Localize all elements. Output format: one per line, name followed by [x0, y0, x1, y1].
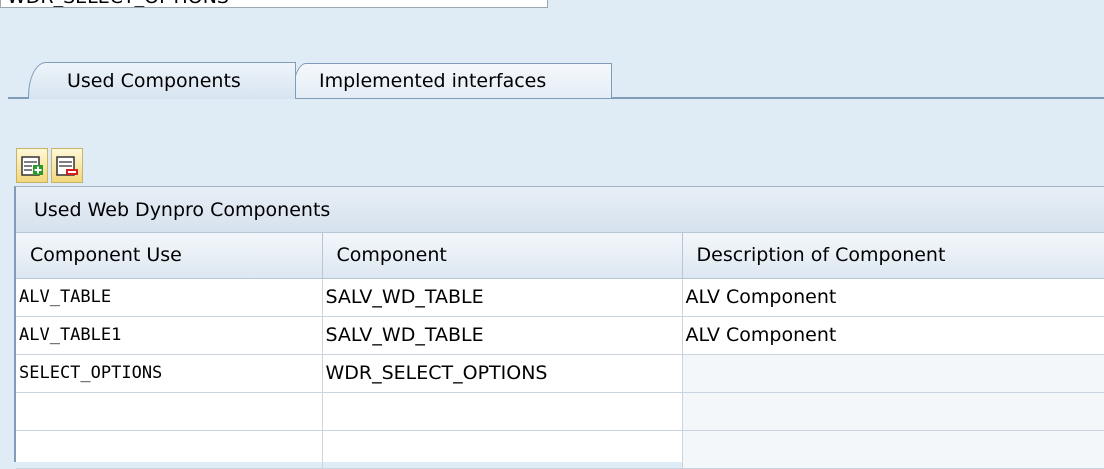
component-use-cell[interactable] [16, 392, 323, 431]
components-grid: Component Use Component Description of C… [16, 233, 1104, 469]
tab-implemented-interfaces[interactable]: Implemented interfaces [292, 63, 612, 98]
component-use-cell[interactable]: ALV_TABLE [16, 278, 323, 317]
column-header-description[interactable]: Description of Component [682, 233, 1104, 279]
description-cell [682, 392, 1104, 431]
tab-label: Used Components [67, 70, 241, 92]
component-use-cell[interactable] [16, 430, 323, 469]
component-cell[interactable] [322, 392, 683, 431]
table-header-row: Component Use Component Description of C… [16, 233, 1104, 279]
tab-label: Implemented interfaces [319, 70, 547, 92]
component-cell[interactable]: WDR_SELECT_OPTIONS [322, 354, 683, 393]
table-row: ALV_TABLE SALV_WD_TABLE ALV Component [16, 278, 1104, 317]
description-cell: ALV Component [682, 316, 1104, 355]
description-cell [682, 354, 1104, 393]
delete-row-button[interactable] [51, 148, 83, 183]
component-name-value: WDR_SELECT_OPTIONS [7, 0, 229, 7]
table-row [16, 392, 1104, 431]
delete-row-icon [55, 154, 79, 178]
table-row: ALV_TABLE1 SALV_WD_TABLE ALV Component [16, 316, 1104, 355]
insert-row-icon [20, 154, 44, 178]
insert-row-button[interactable] [16, 148, 48, 183]
component-cell[interactable]: SALV_WD_TABLE [322, 316, 683, 355]
component-cell[interactable]: SALV_WD_TABLE [322, 278, 683, 317]
table-row: SELECT_OPTIONS WDR_SELECT_OPTIONS [16, 354, 1104, 393]
component-cell[interactable] [322, 430, 683, 469]
used-components-table: Used Web Dynpro Components Component Use… [14, 186, 1104, 469]
column-header-component-use[interactable]: Component Use [16, 233, 323, 279]
component-use-cell[interactable]: ALV_TABLE1 [16, 316, 323, 355]
table-row [16, 430, 1104, 469]
component-use-cell[interactable]: SELECT_OPTIONS [16, 354, 323, 393]
description-cell [682, 430, 1104, 469]
table-title: Used Web Dynpro Components [16, 187, 1104, 233]
component-name-field[interactable]: WDR_SELECT_OPTIONS [0, 0, 548, 8]
description-cell: ALV Component [682, 278, 1104, 317]
tab-used-components[interactable]: Used Components [28, 62, 296, 99]
column-header-component[interactable]: Component [322, 233, 683, 279]
